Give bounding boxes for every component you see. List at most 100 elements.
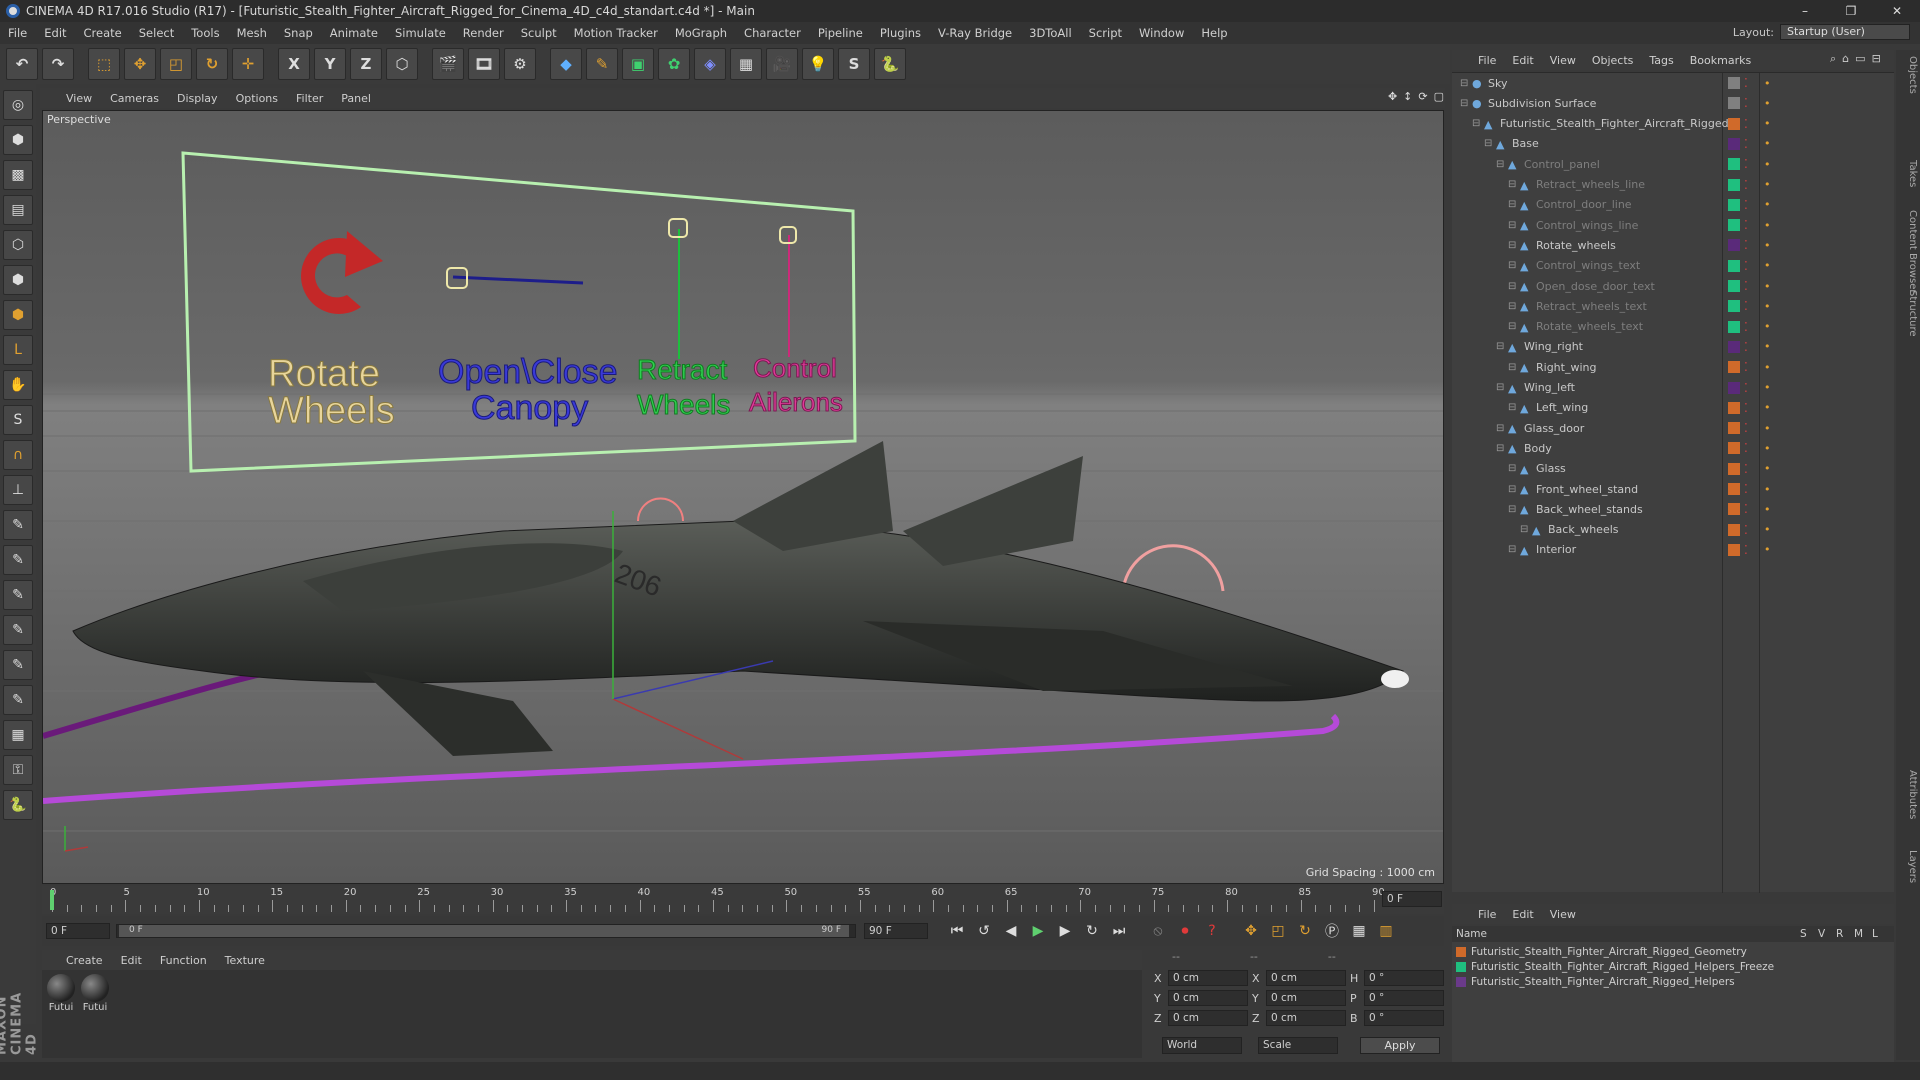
layer-color-swatch[interactable] <box>1456 976 1466 987</box>
home-icon[interactable]: ⌂ <box>1842 52 1849 66</box>
expand-toggle-icon[interactable]: ⊟ <box>1520 524 1528 535</box>
layer-color-swatch[interactable] <box>1728 543 1740 556</box>
render-view-icon[interactable]: 🎬 <box>432 48 464 80</box>
object-row[interactable]: ⊟ ▲ Glass ⁚ • <box>1452 459 1894 479</box>
expand-toggle-icon[interactable]: ⊟ <box>1484 138 1492 149</box>
object-row[interactable]: ⊟ ▲ Back_wheels ⁚ • <box>1452 520 1894 540</box>
object-tag-icon[interactable]: • <box>1764 77 1771 90</box>
rotation-field[interactable]: 0 ° <box>1364 1010 1444 1026</box>
object-row[interactable]: ⊟ ▲ Glass_door ⁚ • <box>1452 418 1894 438</box>
viewport-menu-cameras[interactable]: Cameras <box>110 92 159 105</box>
object-tag-icon[interactable]: • <box>1764 259 1771 272</box>
object-name[interactable]: Front_wheel_stand <box>1536 483 1638 496</box>
mograph-cloner-icon[interactable]: ✿ <box>658 48 690 80</box>
layer-name[interactable]: Futuristic_Stealth_Fighter_Aircraft_Rigg… <box>1471 946 1747 958</box>
visibility-dots-icon[interactable]: ⁚ <box>1744 117 1748 131</box>
object-tag-icon[interactable]: • <box>1764 198 1771 211</box>
object-tag-icon[interactable]: • <box>1764 543 1771 556</box>
brush-icon-2[interactable]: ✎ <box>3 545 33 575</box>
object-row[interactable]: ⊟ ▲ Front_wheel_stand ⁚ • <box>1452 479 1894 499</box>
visibility-dots-icon[interactable]: ⁚ <box>1744 157 1748 171</box>
object-row[interactable]: ⊟ ▲ Control_wings_text ⁚ • <box>1452 256 1894 276</box>
object-tag-icon[interactable]: • <box>1764 117 1771 130</box>
object-name[interactable]: Sky <box>1488 77 1507 90</box>
object-tag-icon[interactable]: • <box>1764 381 1771 394</box>
visibility-dots-icon[interactable]: ⁚ <box>1744 421 1748 435</box>
viewport-menu-panel[interactable]: Panel <box>341 92 371 105</box>
visibility-dots-icon[interactable]: ⁚ <box>1744 299 1748 313</box>
camera-icon[interactable]: 🎥 <box>766 48 798 80</box>
visibility-dots-icon[interactable]: ⁚ <box>1744 218 1748 232</box>
visibility-dots-icon[interactable]: ⁚ <box>1744 360 1748 374</box>
new-window-icon[interactable]: ▭ <box>1855 52 1865 66</box>
object-name[interactable]: Retract_wheels_line <box>1536 178 1645 191</box>
object-menu-file[interactable]: File <box>1478 54 1496 67</box>
object-menu-tags[interactable]: Tags <box>1649 54 1673 67</box>
object-name[interactable]: Back_wheel_stands <box>1536 503 1643 516</box>
visibility-dots-icon[interactable]: ⁚ <box>1744 462 1748 476</box>
layer-name[interactable]: Futuristic_Stealth_Fighter_Aircraft_Rigg… <box>1471 961 1774 973</box>
object-row[interactable]: ⊟ ▲ Base ⁚ • <box>1452 134 1894 154</box>
expand-toggle-icon[interactable]: ⊟ <box>1508 402 1516 413</box>
coordinate-transform-dropdown[interactable]: Scale <box>1258 1037 1338 1054</box>
point-level-icon[interactable]: ▦ <box>1348 920 1370 942</box>
expand-toggle-icon[interactable]: ⊟ <box>1508 281 1516 292</box>
visibility-dots-icon[interactable]: ⁚ <box>1744 279 1748 293</box>
layer-color-swatch[interactable] <box>1728 198 1740 211</box>
expand-toggle-icon[interactable]: ⊟ <box>1508 260 1516 271</box>
visibility-dots-icon[interactable]: ⁚ <box>1744 178 1748 192</box>
layer-color-swatch[interactable] <box>1728 381 1740 394</box>
material-swatch[interactable]: Futui <box>81 974 109 1013</box>
expand-toggle-icon[interactable]: ⊟ <box>1496 341 1504 352</box>
go-to-end-icon[interactable]: ⏭ <box>1108 920 1130 942</box>
rotation-field[interactable]: 0 ° <box>1364 990 1444 1006</box>
sculpt-icon[interactable]: ⊥ <box>3 475 33 505</box>
layer-color-swatch[interactable] <box>1728 462 1740 475</box>
rotate-icon[interactable]: ↻ <box>196 48 228 80</box>
object-row[interactable]: ⊟ ▲ Control_door_line ⁚ • <box>1452 195 1894 215</box>
vertical-tab-content-browser[interactable]: Content Browser <box>1898 210 1918 293</box>
toggle-view-icon[interactable]: ▢ <box>1434 90 1444 103</box>
menu-item-pipeline[interactable]: Pipeline <box>818 26 863 40</box>
keyframe-selection-icon[interactable]: ? <box>1201 920 1223 942</box>
subdivision-icon[interactable]: ▣ <box>622 48 654 80</box>
object-name[interactable]: Glass <box>1536 462 1566 475</box>
object-name[interactable]: Back_wheels <box>1548 523 1619 536</box>
layer-color-swatch[interactable] <box>1728 483 1740 495</box>
scale-key-icon[interactable]: ◰ <box>1267 920 1289 942</box>
script-icon[interactable]: S <box>838 48 870 80</box>
layer-color-swatch[interactable] <box>1456 961 1466 972</box>
expand-toggle-icon[interactable]: ⊟ <box>1508 321 1516 332</box>
object-name[interactable]: Subdivision Surface <box>1488 97 1596 110</box>
object-tag-icon[interactable]: • <box>1764 137 1771 150</box>
visibility-dots-icon[interactable]: ⁚ <box>1744 238 1748 252</box>
expand-toggle-icon[interactable]: ⊟ <box>1460 78 1468 89</box>
menu-item-character[interactable]: Character <box>744 26 801 40</box>
vertical-tab-takes[interactable]: Takes <box>1898 160 1918 187</box>
next-key-icon[interactable]: ↻ <box>1081 920 1103 942</box>
current-frame-field[interactable]: 0 F <box>1382 891 1442 907</box>
coordinate-system-icon[interactable]: ⬡ <box>386 48 418 80</box>
visibility-dots-icon[interactable]: ⁚ <box>1744 198 1748 212</box>
axis-mode-icon[interactable]: L <box>3 335 33 365</box>
light-icon[interactable]: 💡 <box>802 48 834 80</box>
perspective-viewport[interactable]: Rotate Wheels Open\Close Canopy Retract … <box>42 110 1444 884</box>
checker-grid-icon[interactable]: ▦ <box>3 720 33 750</box>
object-row[interactable]: ⊟ ▲ Wing_right ⁚ • <box>1452 337 1894 357</box>
make-editable-icon[interactable]: ◎ <box>3 90 33 120</box>
model-mode-icon[interactable]: ⬢ <box>3 125 33 155</box>
layer-menu-edit[interactable]: Edit <box>1512 908 1533 921</box>
expand-toggle-icon[interactable]: ⊟ <box>1508 179 1516 190</box>
cube-primitive-icon[interactable]: ◆ <box>550 48 582 80</box>
layer-name[interactable]: Futuristic_Stealth_Fighter_Aircraft_Rigg… <box>1471 976 1735 988</box>
expand-toggle-icon[interactable]: ⊟ <box>1508 240 1516 251</box>
object-row[interactable]: ⊟ ▲ Interior ⁚ • <box>1452 540 1894 560</box>
minimize-icon[interactable]: – <box>1782 0 1828 22</box>
object-row[interactable]: ⊟ ▲ Left_wing ⁚ • <box>1452 398 1894 418</box>
maximize-icon[interactable]: ❐ <box>1828 0 1874 22</box>
menu-item-create[interactable]: Create <box>84 26 122 40</box>
object-tag-icon[interactable]: • <box>1764 300 1771 313</box>
expand-toggle-icon[interactable]: ⊟ <box>1496 423 1504 434</box>
visibility-dots-icon[interactable]: ⁚ <box>1744 137 1748 151</box>
layer-color-swatch[interactable] <box>1728 158 1740 171</box>
